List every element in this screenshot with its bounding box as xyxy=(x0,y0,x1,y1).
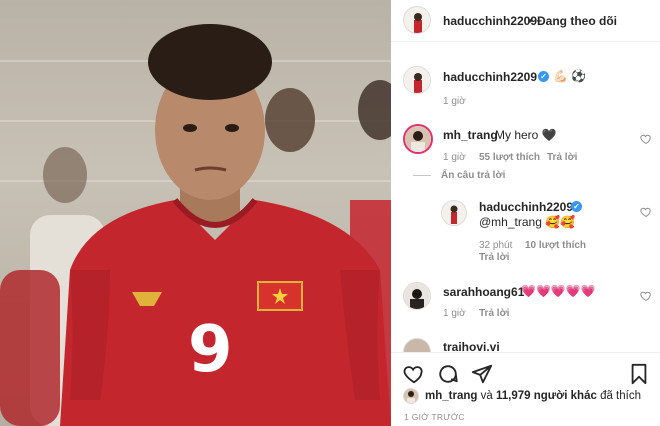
avatar-image xyxy=(442,201,466,225)
likes-connector: và xyxy=(480,390,493,402)
replies-separator-line xyxy=(413,175,431,176)
comment-text: My hero 🖤 xyxy=(495,128,557,142)
avatar-image xyxy=(407,391,415,403)
like-reply-heart-icon[interactable] xyxy=(640,206,652,218)
like-comment-heart-icon[interactable] xyxy=(640,290,652,302)
like-comment-heart-icon[interactable] xyxy=(640,133,652,145)
post-timestamp: 1 GIỜ TRƯỚC xyxy=(404,412,465,422)
caption-text: 💪🏻 ⚽ xyxy=(553,69,587,83)
author-avatar[interactable] xyxy=(403,6,431,34)
save-bookmark-icon[interactable] xyxy=(629,363,649,385)
comment-avatar[interactable] xyxy=(403,282,431,310)
likes-suffix: đã thích xyxy=(600,390,641,402)
verified-badge-icon: ✓ xyxy=(538,71,549,82)
post-photo: 9 xyxy=(0,0,391,426)
reply-text: @mh_trang 🥰🥰 xyxy=(479,215,576,229)
like-heart-icon[interactable] xyxy=(403,363,425,385)
following-button[interactable]: Đang theo dõi xyxy=(537,14,617,28)
likes-others[interactable]: 11,979 người khác xyxy=(496,390,597,402)
reply-button[interactable]: Trả lời xyxy=(547,152,577,163)
reply-button[interactable]: Trả lời xyxy=(479,308,509,319)
post-header: haducchinh2209 • Đang theo dõi xyxy=(391,0,660,42)
liker-avatar[interactable] xyxy=(403,388,419,404)
reply-time[interactable]: 32 phút xyxy=(479,240,512,251)
share-direct-icon[interactable] xyxy=(471,363,493,385)
avatar-image xyxy=(405,126,431,152)
header-separator: • xyxy=(528,14,533,28)
reply-username[interactable]: haducchinh2209 xyxy=(479,200,573,214)
reply-avatar[interactable] xyxy=(441,200,467,226)
caption-time[interactable]: 1 giờ xyxy=(443,96,466,107)
avatar-image xyxy=(404,283,430,309)
reply-button[interactable]: Trả lời xyxy=(479,252,509,263)
reply-likes-count[interactable]: 10 lượt thích xyxy=(525,240,586,251)
jersey-number: 9 xyxy=(188,313,233,387)
caption-avatar[interactable] xyxy=(403,66,431,94)
caption-username[interactable]: haducchinh2209 xyxy=(443,70,537,84)
header-username[interactable]: haducchinh2209 xyxy=(443,14,537,28)
comment-username[interactable]: sarahhoang61 xyxy=(443,285,524,299)
comment-avatar[interactable] xyxy=(403,124,433,154)
likes-summary[interactable]: mh_trang và 11,979 người khác đã thích xyxy=(425,390,641,402)
post-side-panel: haducchinh2209 • Đang theo dõi haducchin… xyxy=(391,0,660,426)
avatar-image xyxy=(404,7,430,33)
avatar-image xyxy=(404,67,430,93)
comment-username[interactable]: mh_trang xyxy=(443,128,498,142)
comment-bubble-icon[interactable] xyxy=(437,363,459,385)
comment-time[interactable]: 1 giờ xyxy=(443,152,466,163)
hide-replies-button[interactable]: Ẩn câu trả lời xyxy=(441,170,505,181)
verified-badge-icon: ✓ xyxy=(571,201,582,212)
comment-likes-count[interactable]: 55 lượt thích xyxy=(479,152,540,163)
comment-text: 💗💗💗💗💗 xyxy=(521,284,596,298)
liker-username[interactable]: mh_trang xyxy=(425,390,477,402)
comment-time[interactable]: 1 giờ xyxy=(443,308,466,319)
